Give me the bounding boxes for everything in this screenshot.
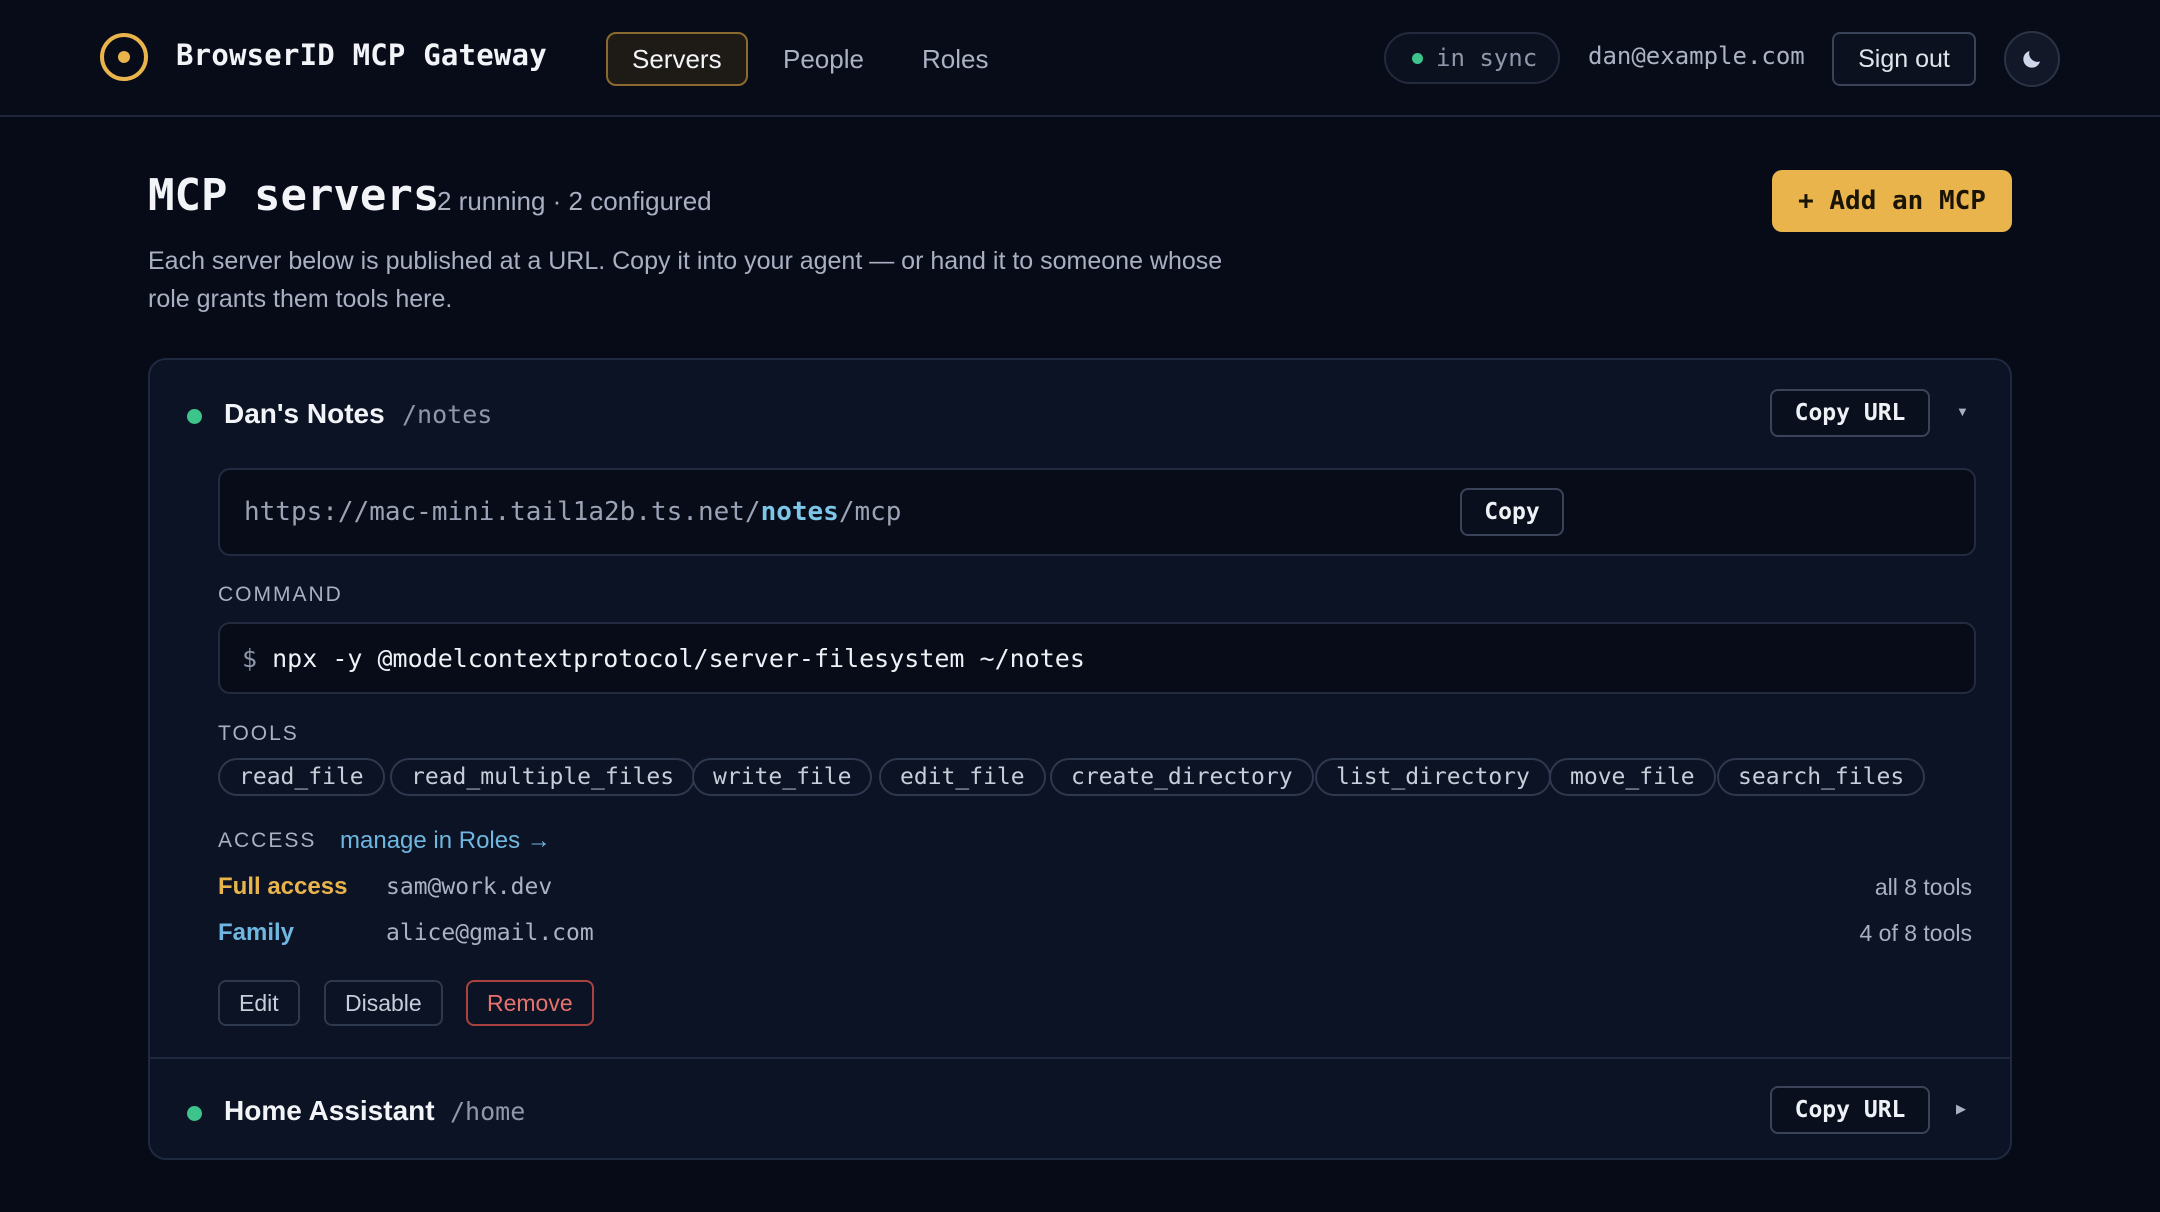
tool-chip: create_directory xyxy=(1050,758,1314,796)
role-name: Family xyxy=(218,919,295,946)
edit-button[interactable]: Edit xyxy=(218,980,300,1026)
command-label: COMMAND xyxy=(218,583,343,606)
role-tool-count: 4 of 8 tools xyxy=(1859,920,1972,946)
server-url-box: https://mac-mini.tail1a2b.ts.net/notes/m… xyxy=(218,468,1976,556)
user-email: dan@example.com xyxy=(1588,42,1805,70)
server-path: /notes xyxy=(402,400,493,429)
app-title: BrowserID MCP Gateway xyxy=(176,38,547,72)
running-status-icon xyxy=(187,409,202,424)
server-path: /home xyxy=(450,1097,526,1126)
command-box: $ npx -y @modelcontextprotocol/server-fi… xyxy=(218,622,1976,694)
tool-chip: move_file xyxy=(1549,758,1716,796)
tool-chip: read_file xyxy=(218,758,385,796)
role-email: sam@work.dev xyxy=(386,874,553,900)
server-url[interactable]: https://mac-mini.tail1a2b.ts.net/notes/m… xyxy=(244,497,901,527)
role-tool-count: all 8 tools xyxy=(1874,874,1972,900)
servers-card: Dan's Notes /notes Copy URL ▼ https://ma… xyxy=(148,358,2012,1160)
sync-status-label: in sync xyxy=(1436,44,1538,72)
role-email: alice@gmail.com xyxy=(386,920,594,946)
remove-button[interactable]: Remove xyxy=(466,980,594,1026)
server-name[interactable]: Home Assistant xyxy=(224,1095,435,1127)
nav-servers[interactable]: Servers xyxy=(606,32,748,86)
copy-url-button[interactable]: Copy URL xyxy=(1770,389,1930,437)
nav-people[interactable]: People xyxy=(757,32,890,86)
tool-chip: edit_file xyxy=(879,758,1046,796)
tool-chip: search_files xyxy=(1717,758,1926,796)
page-title: MCP servers xyxy=(148,170,440,221)
command-text: $ npx -y @modelcontextprotocol/server-fi… xyxy=(242,644,1085,673)
sync-status-badge: in sync xyxy=(1384,32,1560,84)
tools-label: TOOLS xyxy=(218,722,299,745)
copy-button[interactable]: Copy xyxy=(1460,488,1564,536)
server-name[interactable]: Dan's Notes xyxy=(224,398,385,430)
theme-toggle-button[interactable] xyxy=(2004,31,2060,87)
access-label: ACCESS xyxy=(218,829,317,852)
chevron-right-icon[interactable]: ▶ xyxy=(1956,1101,1966,1117)
sign-out-button[interactable]: Sign out xyxy=(1832,32,1976,86)
top-bar: BrowserID MCP Gateway Servers People Rol… xyxy=(0,0,2160,117)
copy-url-button[interactable]: Copy URL xyxy=(1770,1086,1930,1134)
manage-roles-link[interactable]: manage in Roles → xyxy=(340,827,551,855)
server-counts: 2 running · 2 configured xyxy=(437,186,712,216)
target-icon xyxy=(100,33,148,81)
tool-chip: list_directory xyxy=(1315,758,1551,796)
tool-chip: write_file xyxy=(692,758,873,796)
chevron-down-icon[interactable]: ▼ xyxy=(1956,404,1969,419)
disable-button[interactable]: Disable xyxy=(324,980,443,1026)
role-name: Full access xyxy=(218,873,348,900)
nav-roles[interactable]: Roles xyxy=(896,32,1014,86)
tool-chip: read_multiple_files xyxy=(390,758,696,796)
sync-dot-icon xyxy=(1412,53,1423,64)
add-mcp-button[interactable]: + Add an MCP xyxy=(1772,170,2012,232)
running-status-icon xyxy=(187,1106,202,1121)
server-divider xyxy=(150,1057,2010,1059)
moon-icon xyxy=(2023,51,2040,68)
page-description: Each server below is published at a URL.… xyxy=(148,247,1223,313)
